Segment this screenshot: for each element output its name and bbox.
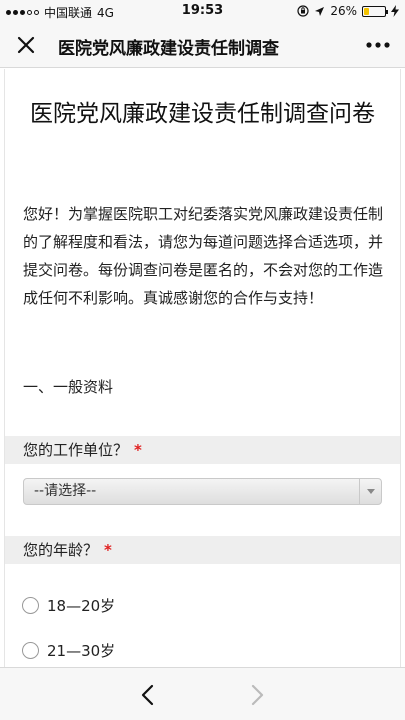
select-value: --请选择-- xyxy=(34,483,97,499)
close-icon[interactable] xyxy=(12,31,40,59)
chevron-right-icon xyxy=(251,684,264,706)
age-option-1[interactable]: 18—20岁 xyxy=(22,595,115,616)
chevron-down-icon xyxy=(359,479,381,504)
required-mark: * xyxy=(104,541,112,559)
option-label: 21—30岁 xyxy=(47,642,116,660)
lock-rotation-icon xyxy=(297,5,309,17)
question-age: 您的年龄？ * xyxy=(5,536,400,564)
survey-title: 医院党风廉政建设责任制调查问卷 xyxy=(30,101,375,127)
more-icon[interactable] xyxy=(365,36,391,54)
section-heading: 一、一般资料 xyxy=(23,378,114,396)
nav-bar: 医院党风廉政建设责任制调查 xyxy=(0,22,405,68)
age-option-2[interactable]: 21—30岁 xyxy=(22,640,115,661)
required-mark: * xyxy=(134,441,142,459)
option-label: 18—20岁 xyxy=(47,597,116,615)
survey-intro: 您好！为掌握医院职工对纪委落实党风廉政建设责任制的了解程度和看法，请您为每道问题… xyxy=(23,205,384,307)
chevron-left-icon[interactable] xyxy=(136,682,162,708)
battery-percent: 26% xyxy=(330,4,357,18)
question-work-unit: 您的工作单位？ * xyxy=(5,436,400,464)
status-right: 26% xyxy=(297,4,399,18)
survey-content[interactable]: 医院党风廉政建设责任制调查问卷 您好！为掌握医院职工对纪委落实党风廉政建设责任制… xyxy=(0,69,405,667)
frame-border-right xyxy=(400,69,401,667)
question-label: 您的年龄？ xyxy=(23,541,99,559)
radio-button[interactable] xyxy=(22,597,39,614)
battery-icon xyxy=(362,5,388,17)
bottom-toolbar xyxy=(0,667,405,720)
page-title: 医院党风廉政建设责任制调查 xyxy=(58,39,279,59)
question-label: 您的工作单位？ xyxy=(23,441,129,459)
frame-border-left xyxy=(4,69,5,667)
charging-icon xyxy=(391,5,399,17)
status-bar: 中国联通 4G 19:53 26% xyxy=(0,0,405,22)
location-icon xyxy=(315,6,325,16)
work-unit-select[interactable]: --请选择-- xyxy=(23,478,382,505)
radio-button[interactable] xyxy=(22,642,39,659)
